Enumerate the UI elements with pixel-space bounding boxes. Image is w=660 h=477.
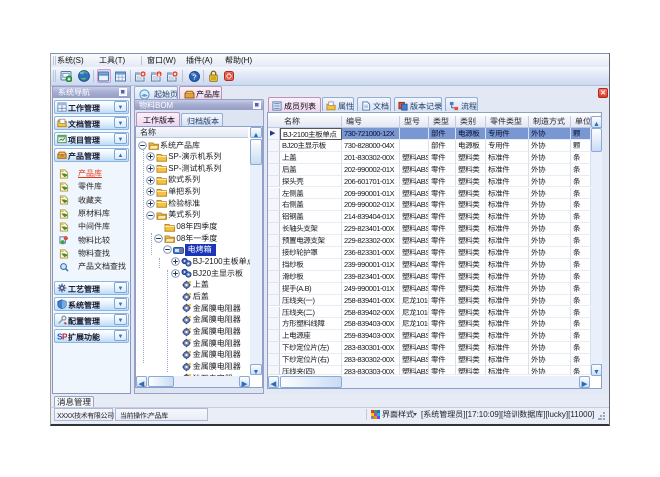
svg-text:?: ?	[192, 71, 197, 82]
svg-text:P: P	[62, 331, 67, 341]
